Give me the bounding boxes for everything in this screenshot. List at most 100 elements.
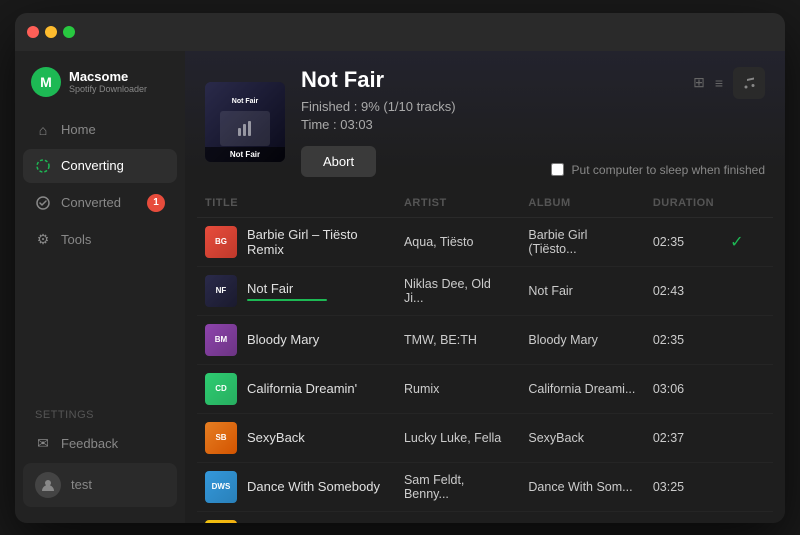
track-name: SexyBack xyxy=(247,430,305,445)
track-thumb: BG xyxy=(205,226,237,258)
done-checkmark: ✓ xyxy=(730,234,743,251)
title-cell: SB SexyBack xyxy=(205,422,388,454)
track-album: California Dreami... xyxy=(520,364,644,413)
user-label: test xyxy=(71,477,92,492)
track-time: Time : 03:03 xyxy=(301,117,765,132)
track-finished: Finished : 9% (1/10 tracks) xyxy=(301,99,765,114)
track-thumb: BM xyxy=(205,324,237,356)
table-row[interactable]: BM Bloody Mary TMW, BE:TH Bloody Mary 02… xyxy=(197,315,773,364)
abort-button[interactable]: Abort xyxy=(301,146,376,177)
logo-icon: M xyxy=(31,67,61,97)
track-artist: Aqua, Tiësto xyxy=(396,217,520,266)
track-album: Not Fair xyxy=(520,266,644,315)
col-header-album: ALBUM xyxy=(520,191,644,218)
title-cell: WOS Walking on Sunshine xyxy=(205,520,388,523)
track-thumb: CD xyxy=(205,373,237,405)
sleep-checkbox-input[interactable] xyxy=(551,163,564,176)
track-name: Dance With Somebody xyxy=(247,479,380,494)
sidebar-item-label: Converting xyxy=(61,158,124,173)
track-name: California Dreamin' xyxy=(247,381,357,396)
track-artist: CARSTN, Katrina ... xyxy=(396,511,520,523)
track-status xyxy=(722,511,773,523)
sidebar-item-label: Tools xyxy=(61,232,91,247)
track-artist: Niklas Dee, Old Ji... xyxy=(396,266,520,315)
minimize-button[interactable] xyxy=(45,26,57,38)
table-row[interactable]: SB SexyBack Lucky Luke, Fella SexyBack 0… xyxy=(197,413,773,462)
track-duration: 02:35 xyxy=(645,217,722,266)
track-name: Barbie Girl – Tiësto Remix xyxy=(247,227,388,257)
track-progress xyxy=(247,299,327,301)
sleep-checkbox[interactable]: Put computer to sleep when finished xyxy=(551,163,765,177)
title-cell: NF Not Fair xyxy=(205,275,388,307)
track-name: Bloody Mary xyxy=(247,332,319,347)
header-controls: ⊞ ≡ xyxy=(693,67,765,99)
sidebar-item-converting[interactable]: Converting xyxy=(23,149,177,183)
track-duration: 02:35 xyxy=(645,315,722,364)
converting-icon xyxy=(35,158,51,174)
track-artist: Lucky Luke, Fella xyxy=(396,413,520,462)
table-row[interactable]: WOS Walking on Sunshine CARSTN, Katrina … xyxy=(197,511,773,523)
track-table-container[interactable]: TITLE ARTIST ALBUM DURATION BG Barbie Gi… xyxy=(185,191,785,523)
sidebar-item-label: Home xyxy=(61,122,96,137)
track-thumb: NF xyxy=(205,275,237,307)
sidebar-item-tools[interactable]: ⚙ Tools xyxy=(23,223,177,257)
track-name: Not Fair xyxy=(247,281,327,296)
track-artist: TMW, BE:TH xyxy=(396,315,520,364)
track-status: ✓ xyxy=(722,217,773,266)
logo-subtitle: Spotify Downloader xyxy=(69,84,147,94)
logo-title: Macsome xyxy=(69,69,147,84)
sidebar-item-label: Converted xyxy=(61,195,121,210)
track-status xyxy=(722,462,773,511)
track-thumb: WOS xyxy=(205,520,237,523)
track-album: Dance With Som... xyxy=(520,462,644,511)
track-duration: 03:25 xyxy=(645,462,722,511)
sidebar-item-feedback[interactable]: ✉ Feedback xyxy=(23,427,177,461)
traffic-lights xyxy=(27,26,75,38)
track-table: TITLE ARTIST ALBUM DURATION BG Barbie Gi… xyxy=(197,191,773,523)
track-album: Bloody Mary xyxy=(520,315,644,364)
content-area: Not Fair Not Fair Not Fair Finish xyxy=(185,51,785,523)
close-button[interactable] xyxy=(27,26,39,38)
track-status xyxy=(722,364,773,413)
table-row[interactable]: BG Barbie Girl – Tiësto Remix Aqua, Tiës… xyxy=(197,217,773,266)
converted-icon xyxy=(35,195,51,211)
track-thumb: SB xyxy=(205,422,237,454)
track-duration: 02:43 xyxy=(645,266,722,315)
tools-icon: ⚙ xyxy=(35,232,51,248)
track-thumb: DWS xyxy=(205,471,237,503)
home-icon: ⌂ xyxy=(35,122,51,138)
sidebar: M Macsome Spotify Downloader ⌂ Home xyxy=(15,51,185,523)
grid-icon[interactable]: ⊞ xyxy=(693,74,705,91)
converted-badge: 1 xyxy=(147,194,165,212)
track-status xyxy=(722,266,773,315)
table-row[interactable]: NF Not Fair Niklas Dee, Old Ji... Not Fa… xyxy=(197,266,773,315)
col-header-artist: ARTIST xyxy=(396,191,520,218)
album-art: Not Fair Not Fair xyxy=(205,82,285,162)
col-header-status xyxy=(722,191,773,218)
sidebar-item-home[interactable]: ⌂ Home xyxy=(23,113,177,147)
track-album: Barbie Girl (Tiësto... xyxy=(520,217,644,266)
table-row[interactable]: DWS Dance With Somebody Sam Feldt, Benny… xyxy=(197,462,773,511)
track-album: Walking on Sunsh... xyxy=(520,511,644,523)
track-status xyxy=(722,413,773,462)
track-duration: 02:42 xyxy=(645,511,722,523)
settings-label: Settings xyxy=(23,405,177,427)
sleep-label: Put computer to sleep when finished xyxy=(572,163,765,177)
track-duration: 02:37 xyxy=(645,413,722,462)
track-duration: 03:06 xyxy=(645,364,722,413)
track-artist: Sam Feldt, Benny... xyxy=(396,462,520,511)
main-layout: M Macsome Spotify Downloader ⌂ Home xyxy=(15,51,785,523)
title-cell: BM Bloody Mary xyxy=(205,324,388,356)
maximize-button[interactable] xyxy=(63,26,75,38)
sidebar-logo: M Macsome Spotify Downloader xyxy=(15,59,185,113)
user-item[interactable]: test xyxy=(23,463,177,507)
list-icon[interactable]: ≡ xyxy=(715,75,723,91)
table-row[interactable]: CD California Dreamin' Rumix California … xyxy=(197,364,773,413)
title-cell: DWS Dance With Somebody xyxy=(205,471,388,503)
feedback-label: Feedback xyxy=(61,436,118,451)
converting-header: Not Fair Not Fair Not Fair Finish xyxy=(185,51,785,191)
sidebar-item-converted[interactable]: Converted 1 xyxy=(23,185,177,221)
music-icon-button[interactable] xyxy=(733,67,765,99)
track-status xyxy=(722,315,773,364)
feedback-icon: ✉ xyxy=(35,436,51,452)
